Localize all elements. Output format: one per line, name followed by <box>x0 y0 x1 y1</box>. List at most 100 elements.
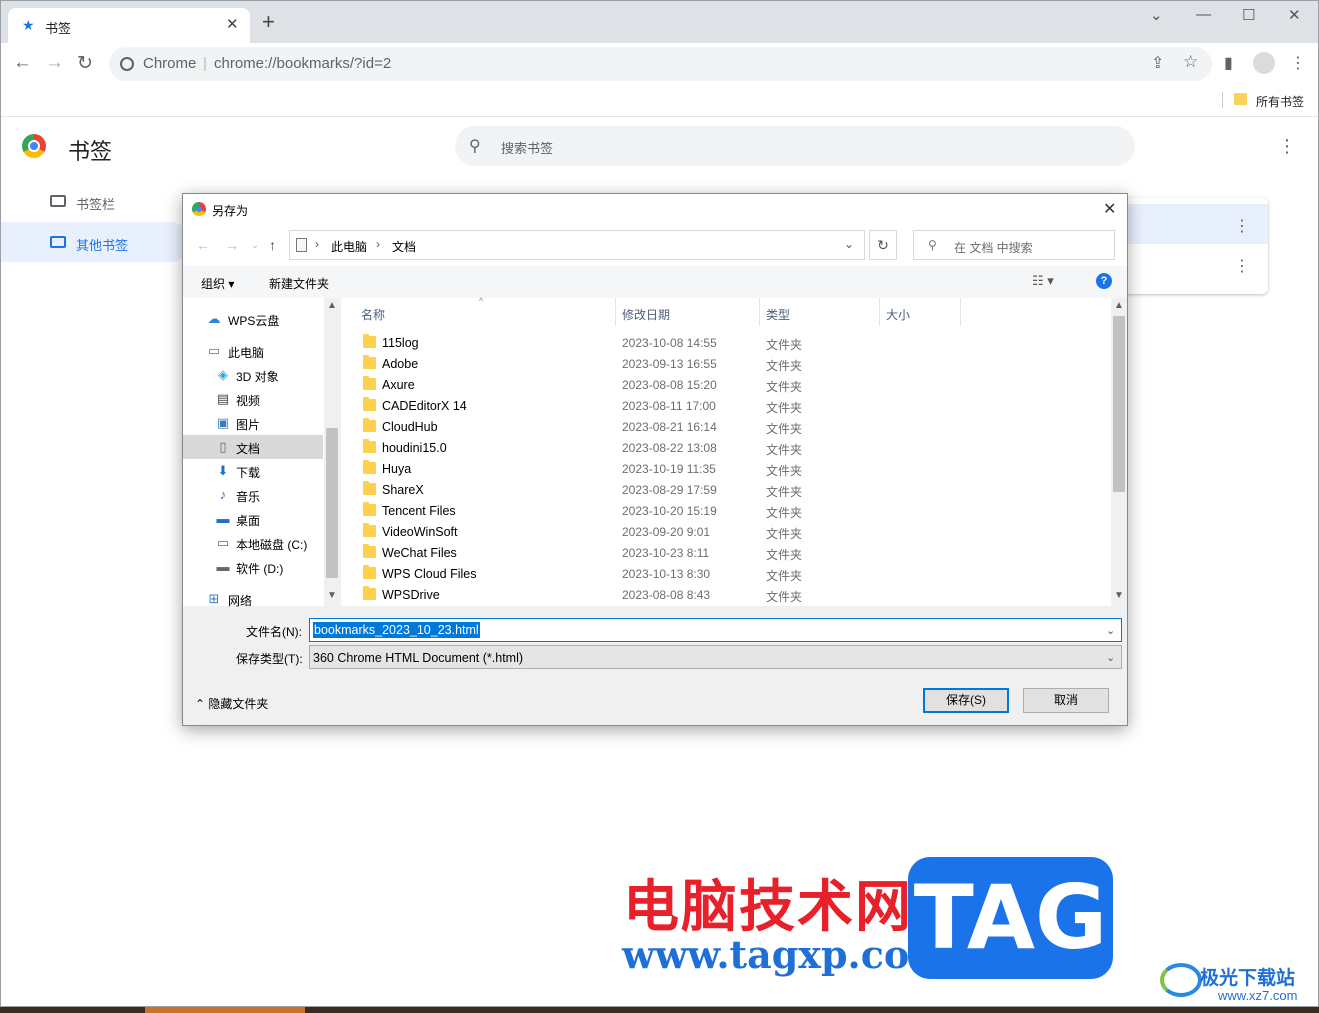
chevron-down-icon[interactable]: ⌄ <box>844 237 854 251</box>
nav-item-this-pc[interactable]: ▭ 此电脑 <box>183 339 323 363</box>
omnibox-url[interactable]: chrome://bookmarks/?id=2 <box>214 55 391 72</box>
chevron-down-icon[interactable]: ⌄ <box>1106 651 1115 664</box>
file-date: 2023-08-08 8:43 <box>622 588 711 602</box>
column-header-type[interactable]: 类型 <box>766 298 880 326</box>
profile-avatar[interactable] <box>1253 52 1275 74</box>
nav-item-videos[interactable]: ▤ 视频 <box>183 387 323 411</box>
file-row[interactable]: CloudHub 2023-08-21 16:14 文件夹 <box>341 416 1111 437</box>
side-panel-icon[interactable]: ▮ <box>1224 53 1233 73</box>
nav-item-software-d[interactable]: ▬ 软件 (D:) <box>183 555 323 579</box>
dialog-address-bar[interactable]: › 此电脑 › 文档 ⌄ <box>289 230 865 260</box>
bookmarks-search-input[interactable]: ⚲ 搜索书签 <box>455 126 1135 166</box>
scroll-down-icon[interactable]: ▼ <box>1114 590 1124 601</box>
nav-item-label: WPS云盘 <box>228 314 280 328</box>
nav-scrollbar[interactable]: ▲ ▼ <box>324 298 340 606</box>
breadcrumb-documents[interactable]: 文档 <box>392 238 416 255</box>
row-menu-icon[interactable]: ⋮ <box>1234 256 1250 276</box>
cloud-icon: ☁ <box>207 311 221 326</box>
refresh-button[interactable]: ↻ <box>869 230 897 260</box>
nav-item-desktop[interactable]: ▬ 桌面 <box>183 507 323 531</box>
search-placeholder: 搜索书签 <box>501 141 554 156</box>
file-type: 文件夹 <box>766 464 803 478</box>
bookmarks-bar-divider <box>1222 92 1223 108</box>
file-row[interactable]: CADEditorX 14 2023-08-11 17:00 文件夹 <box>341 395 1111 416</box>
forward-button[interactable]: → <box>45 52 64 74</box>
nav-item-documents[interactable]: ▯ 文档 <box>183 435 323 459</box>
watermark-text: 电脑技术网 <box>623 875 913 940</box>
column-header-size[interactable]: 大小 <box>886 298 961 326</box>
filetype-value: 360 Chrome HTML Document (*.html) <box>313 651 524 665</box>
dialog-search-input[interactable]: ⚲ 在 文档 中搜索 <box>913 230 1115 260</box>
recent-locations-icon[interactable]: ⌄ <box>251 240 259 251</box>
dialog-close-button[interactable]: ✕ <box>1103 199 1116 219</box>
chrome-site-icon <box>120 57 134 71</box>
filename-input[interactable]: bookmarks_2023_10_23.html ⌄ <box>309 618 1122 642</box>
file-row[interactable]: Adobe 2023-09-13 16:55 文件夹 <box>341 353 1111 374</box>
file-row[interactable]: WPSDrive 2023-08-08 8:43 文件夹 <box>341 584 1111 605</box>
new-tab-button[interactable]: + <box>262 11 275 33</box>
reload-button[interactable]: ↻ <box>77 52 93 75</box>
nav-item-wps-cloud[interactable]: ☁ WPS云盘 <box>183 307 323 331</box>
file-row[interactable]: houdini15.0 2023-08-22 13:08 文件夹 <box>341 437 1111 458</box>
column-header-name[interactable]: 名称 ^ <box>361 296 616 326</box>
sidebar-item-other-bookmarks[interactable]: 其他书签 <box>0 222 190 262</box>
bookmark-star-icon[interactable]: ☆ <box>1183 52 1198 72</box>
maximize-button[interactable]: ☐ <box>1242 6 1255 24</box>
help-icon[interactable]: ? <box>1096 273 1112 289</box>
new-folder-button[interactable]: 新建文件夹 <box>269 275 329 292</box>
save-button[interactable]: 保存(S) <box>923 688 1009 713</box>
minimize-button[interactable]: — <box>1196 6 1211 23</box>
column-header-date[interactable]: 修改日期 <box>622 298 760 326</box>
file-type: 文件夹 <box>766 527 803 541</box>
organize-button[interactable]: 组织 ▾ <box>201 275 234 292</box>
file-row[interactable]: WeChat Files 2023-10-23 8:11 文件夹 <box>341 542 1111 563</box>
file-row[interactable]: 115log 2023-10-08 14:55 文件夹 <box>341 332 1111 353</box>
tab-close-icon[interactable]: ✕ <box>226 15 239 33</box>
file-list-scrollbar[interactable]: ▲ ▼ <box>1111 298 1127 606</box>
scroll-thumb[interactable] <box>1113 316 1125 492</box>
nav-item-label: 音乐 <box>236 490 261 504</box>
nav-item-downloads[interactable]: ⬇ 下载 <box>183 459 323 483</box>
filetype-select[interactable]: 360 Chrome HTML Document (*.html) ⌄ <box>309 645 1122 669</box>
scroll-thumb[interactable] <box>326 428 338 578</box>
file-row[interactable]: Huya 2023-10-19 11:35 文件夹 <box>341 458 1111 479</box>
nav-item-music[interactable]: ♪ 音乐 <box>183 483 323 507</box>
back-icon[interactable]: ← <box>196 237 210 253</box>
file-row[interactable]: ShareX 2023-08-29 17:59 文件夹 <box>341 479 1111 500</box>
hide-folders-label: 隐藏文件夹 <box>208 697 269 711</box>
nav-item-network[interactable]: ⊞ 网络 <box>183 587 323 611</box>
file-row[interactable]: Axure 2023-08-08 15:20 文件夹 <box>341 374 1111 395</box>
all-bookmarks-link[interactable]: 所有书签 <box>1256 93 1304 110</box>
hide-folders-toggle[interactable]: ⌃ 隐藏文件夹 <box>195 695 268 712</box>
file-row[interactable]: VideoWinSoft 2023-09-20 9:01 文件夹 <box>341 521 1111 542</box>
filename-value[interactable]: bookmarks_2023_10_23.html <box>313 622 480 638</box>
tab-search-icon[interactable]: ⌄ <box>1150 6 1163 24</box>
cancel-button[interactable]: 取消 <box>1023 688 1109 713</box>
scroll-up-icon[interactable]: ▲ <box>327 300 337 311</box>
back-button[interactable]: ← <box>13 52 32 74</box>
scroll-down-icon[interactable]: ▼ <box>327 590 337 601</box>
window-close-button[interactable]: ✕ <box>1288 6 1301 24</box>
breadcrumb-this-pc[interactable]: 此电脑 <box>331 238 367 255</box>
sidebar-item-bookmarks-bar[interactable]: 书签栏 <box>0 181 190 221</box>
taskbar-app[interactable] <box>145 1007 305 1013</box>
forward-icon[interactable]: → <box>225 237 239 253</box>
scroll-up-icon[interactable]: ▲ <box>1114 300 1124 311</box>
file-row[interactable]: WPS Cloud Files 2023-10-13 8:30 文件夹 <box>341 563 1111 584</box>
chevron-down-icon[interactable]: ⌄ <box>1106 624 1115 637</box>
share-icon[interactable]: ⇪ <box>1151 53 1164 73</box>
page-menu-icon[interactable]: ⋮ <box>1278 136 1296 157</box>
menu-kebab-icon[interactable]: ⋮ <box>1290 53 1306 73</box>
tab-bookmarks[interactable]: ★ 书签 ✕ <box>8 8 250 43</box>
address-bar[interactable]: Chrome | chrome://bookmarks/?id=2 ⇪ ☆ <box>109 47 1212 81</box>
file-date: 2023-10-08 14:55 <box>622 336 717 350</box>
row-menu-icon[interactable]: ⋮ <box>1234 216 1250 236</box>
view-options-icon[interactable]: ☷ ▾ <box>1032 273 1054 289</box>
nav-item-local-disk-c[interactable]: ▭ 本地磁盘 (C:) <box>183 531 323 555</box>
file-date: 2023-10-19 11:35 <box>622 462 716 476</box>
up-icon[interactable]: ↑ <box>269 237 276 253</box>
nav-item-label: 3D 对象 <box>236 370 279 384</box>
nav-item-3d-objects[interactable]: ◈ 3D 对象 <box>183 363 323 387</box>
file-row[interactable]: Tencent Files 2023-10-20 15:19 文件夹 <box>341 500 1111 521</box>
nav-item-pictures[interactable]: ▣ 图片 <box>183 411 323 435</box>
